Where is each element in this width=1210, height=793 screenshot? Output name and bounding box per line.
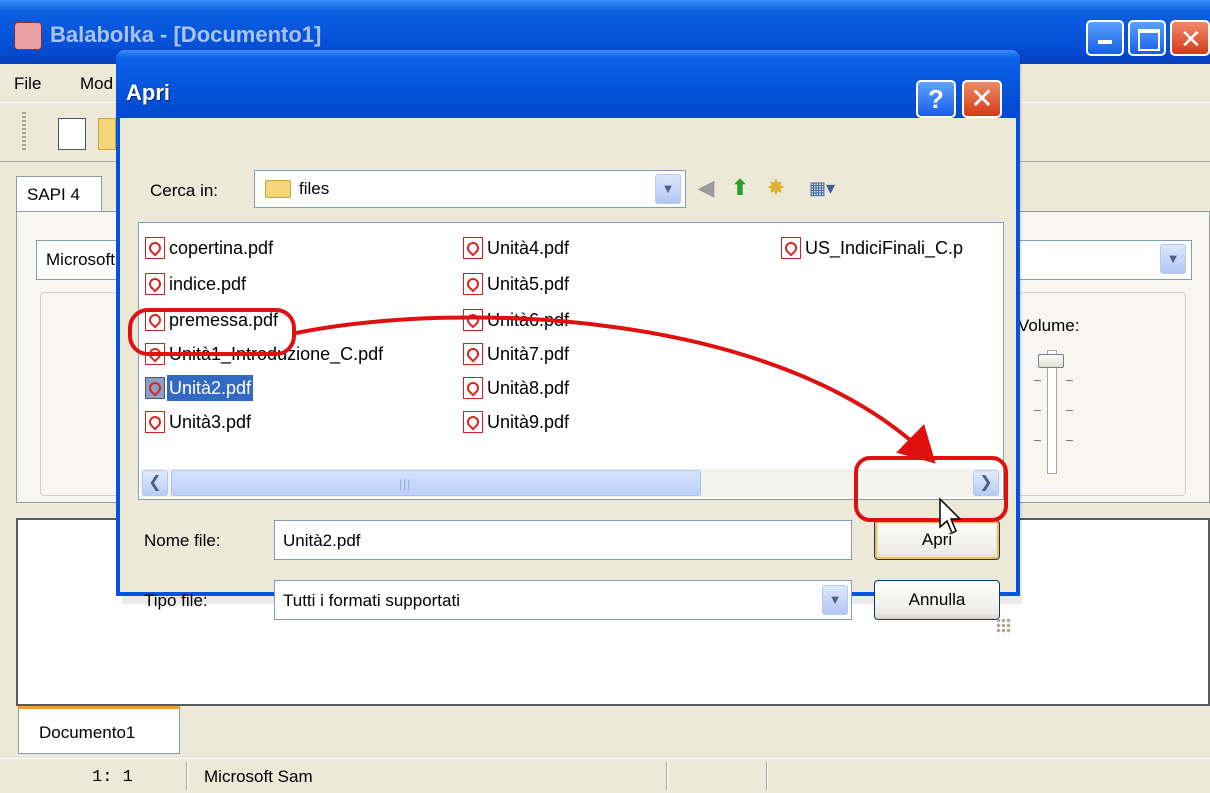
- open-folder-icon[interactable]: [98, 118, 116, 150]
- balabolka-icon: [14, 22, 42, 50]
- app-title: Balabolka - [Documento1]: [50, 22, 322, 47]
- scrollbar-thumb[interactable]: [171, 470, 701, 496]
- menu-file[interactable]: File: [14, 74, 41, 94]
- open-button[interactable]: Apri: [874, 520, 1000, 560]
- status-separator: [186, 762, 187, 790]
- tab-sapi4[interactable]: SAPI 4: [16, 176, 102, 212]
- file-list[interactable]: copertina.pdf indice.pdf premessa.pdf Un…: [138, 222, 1004, 500]
- pdf-file-icon: [463, 273, 483, 295]
- menu-mod[interactable]: Mod: [80, 74, 113, 94]
- up-folder-icon[interactable]: ⬆: [726, 174, 754, 202]
- cancel-button[interactable]: Annulla: [874, 580, 1000, 620]
- volume-label: Volume:: [1018, 316, 1080, 335]
- volume-tick: [1034, 380, 1041, 381]
- volume-tick: [1034, 410, 1041, 411]
- scroll-left-icon[interactable]: ❮: [142, 470, 168, 496]
- filetype-select[interactable]: Tutti i formati supportati: [274, 580, 852, 620]
- pdf-file-icon: [463, 343, 483, 365]
- dialog-title: Apri: [126, 80, 170, 105]
- filename-input[interactable]: Unità2.pdf: [274, 520, 852, 560]
- tab-documento1[interactable]: Documento1: [18, 706, 180, 754]
- app-close-button[interactable]: ✕: [1170, 20, 1210, 56]
- pdf-file-icon: [145, 309, 165, 331]
- chevron-down-icon[interactable]: ▼: [655, 174, 681, 204]
- dialog-body: Cerca in: files ▼ ◀ ⬆ ✸ ▦▾ copertina.pdf…: [120, 118, 1016, 634]
- look-in-label: Cerca in:: [150, 181, 219, 200]
- mouse-cursor-icon: [939, 497, 962, 535]
- new-folder-icon[interactable]: ✸: [762, 174, 790, 202]
- pdf-file-icon: [463, 377, 483, 399]
- view-menu-icon[interactable]: ▦▾: [802, 174, 842, 202]
- pdf-file-icon: [145, 411, 165, 433]
- filetype-label: Tipo file:: [144, 591, 208, 610]
- open-dialog: Apri ? ✕ Cerca in: files ▼ ◀ ⬆ ✸ ▦▾ cope…: [116, 50, 1020, 634]
- volume-track[interactable]: [1047, 350, 1057, 474]
- minimize-button[interactable]: [1086, 20, 1124, 56]
- pdf-file-icon: [145, 343, 165, 365]
- status-cursor-position: 1: 1: [92, 768, 133, 787]
- volume-tick: [1066, 410, 1073, 411]
- dialog-close-button[interactable]: ✕: [962, 80, 1002, 118]
- status-separator: [766, 762, 767, 790]
- pdf-file-icon: [145, 377, 165, 399]
- folder-icon: [265, 180, 291, 198]
- back-icon[interactable]: ◀: [692, 174, 720, 202]
- chevron-down-icon[interactable]: ▼: [1160, 244, 1186, 274]
- close-icon: ✕: [1180, 24, 1202, 54]
- look-in-value: files: [299, 179, 330, 198]
- statusbar: [0, 758, 1210, 793]
- scroll-right-icon[interactable]: ❯: [973, 470, 999, 496]
- pdf-file-icon: [463, 309, 483, 331]
- filetype-value: Tutti i formati supportati: [283, 591, 460, 610]
- scrollbar-grip-icon: |||: [399, 477, 412, 491]
- toolbar-grip[interactable]: [22, 112, 26, 152]
- chevron-down-icon[interactable]: ▼: [822, 585, 848, 615]
- filename-label: Nome file:: [144, 531, 221, 550]
- volume-tick: [1066, 440, 1073, 441]
- filename-value: Unità2.pdf: [283, 531, 361, 550]
- resize-grip[interactable]: [996, 618, 1012, 634]
- pdf-file-icon: [145, 237, 165, 259]
- pdf-file-icon: [463, 411, 483, 433]
- status-separator: [666, 762, 667, 790]
- pdf-file-icon: [781, 237, 801, 259]
- pdf-file-icon: [145, 273, 165, 295]
- maximize-button[interactable]: [1128, 20, 1166, 56]
- look-in-select[interactable]: files ▼: [254, 170, 686, 208]
- pdf-file-icon: [463, 237, 483, 259]
- help-button[interactable]: ?: [916, 80, 956, 118]
- volume-tick: [1034, 440, 1041, 441]
- volume-slider-thumb[interactable]: [1038, 354, 1064, 368]
- dialog-titlebar: Apri ? ✕: [116, 50, 1020, 118]
- status-voice: Microsoft Sam: [204, 767, 313, 786]
- horizontal-scrollbar[interactable]: ❮ ||| ❯: [141, 469, 1001, 497]
- volume-tick: [1066, 380, 1073, 381]
- new-document-icon[interactable]: [58, 118, 86, 150]
